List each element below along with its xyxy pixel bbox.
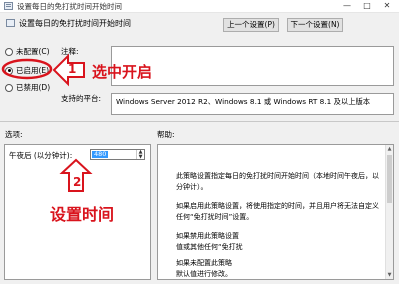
radio-enabled[interactable]: 已启用(E): [5, 65, 49, 76]
options-section-label: 选项:: [5, 130, 23, 139]
radio-enabled-button[interactable]: [5, 66, 13, 75]
minutes-value[interactable]: 480: [92, 151, 109, 158]
policy-editor-body: 未配置(C) 已启用(E) 已禁用(D) 注释: 支持的平台: Windows …: [0, 37, 399, 284]
title-bar: 设置每日的免打扰时间开始时间 — □ ✕: [0, 0, 399, 13]
help-line-7: 如果未配置此策略: [176, 259, 232, 267]
policy-app-icon: [4, 2, 13, 10]
scroll-down-icon[interactable]: ▼: [386, 271, 393, 279]
section-divider: [0, 121, 399, 122]
minimize-icon[interactable]: —: [337, 0, 357, 12]
radio-not-configured-button[interactable]: [5, 47, 13, 56]
next-setting-button[interactable]: 下一个设置(N): [287, 18, 343, 32]
close-icon[interactable]: ✕: [377, 0, 397, 12]
help-line-8: 默认值进行修改。: [176, 270, 232, 278]
scroll-thumb[interactable]: [387, 155, 392, 203]
policy-setting-icon: [6, 19, 15, 27]
help-line-6: 值或其他任何“免打扰: [176, 243, 243, 251]
comment-label: 注释:: [61, 47, 79, 56]
previous-setting-button[interactable]: 上一个设置(P): [223, 18, 279, 32]
policy-header: 设置每日的免打扰时间开始时间 上一个设置(P) 下一个设置(N): [0, 13, 399, 37]
radio-disabled-button[interactable]: [5, 83, 13, 92]
help-scrollbar[interactable]: ▲ ▼: [385, 145, 393, 279]
radio-not-configured-label: 未配置(C): [16, 47, 50, 56]
help-line-1: 此策略设置指定每日的免打扰时间开始时间（本地时间午夜后，以: [176, 172, 379, 180]
spin-arrows[interactable]: ▲ ▼: [136, 150, 144, 159]
radio-enabled-label: 已启用(E): [16, 66, 50, 75]
comment-textarea[interactable]: [111, 46, 394, 86]
maximize-icon[interactable]: □: [357, 0, 377, 12]
spin-down-icon[interactable]: ▼: [137, 154, 144, 160]
scroll-up-icon[interactable]: ▲: [386, 145, 393, 153]
help-section-label: 帮助:: [157, 130, 175, 139]
supported-platform-label: 支持的平台:: [61, 94, 102, 103]
step1-number: 1: [68, 62, 77, 76]
radio-disabled-label: 已禁用(D): [16, 83, 51, 92]
minutes-spinbox[interactable]: 480 ▲ ▼: [90, 149, 145, 160]
step1-label: 选中开启: [92, 63, 153, 81]
radio-not-configured[interactable]: 未配置(C): [5, 46, 50, 57]
radio-disabled[interactable]: 已禁用(D): [5, 82, 50, 93]
help-line-2: 分钟计）。: [176, 183, 208, 191]
policy-title: 设置每日的免打扰时间开始时间: [19, 19, 131, 28]
supported-platform-value: Windows Server 2012 R2、Windows 8.1 或 Win…: [111, 93, 394, 115]
step2-number: 2: [73, 175, 82, 189]
minutes-after-midnight-label: 午夜后 (以分钟计):: [9, 151, 73, 160]
window-title: 设置每日的免打扰时间开始时间: [17, 2, 122, 11]
help-line-4: 任何“免打扰时间”设置。: [176, 213, 254, 221]
help-line-5: 如果禁用此策略设置: [176, 232, 239, 240]
help-panel: 此策略设置指定每日的免打扰时间开始时间（本地时间午夜后，以 分钟计）。 如果启用…: [157, 144, 394, 280]
step2-label: 设置时间: [50, 205, 115, 224]
help-line-3: 如果启用此策略设置，将使用指定的时间，并且用户将无法自定义: [176, 202, 379, 210]
